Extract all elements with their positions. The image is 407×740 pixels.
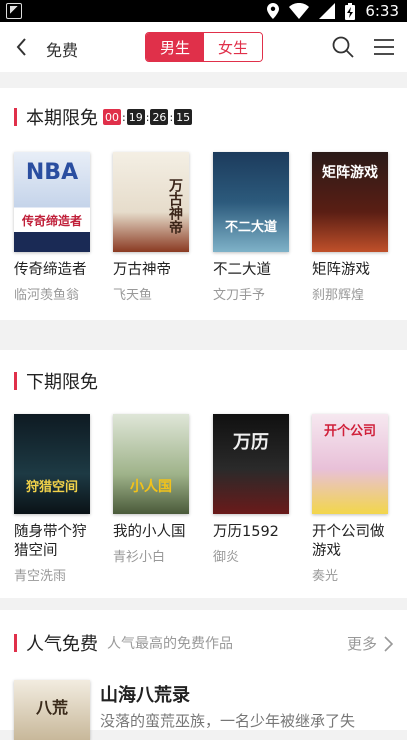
countdown-days: 00: [103, 109, 121, 125]
book-cover[interactable]: 狩猎空间: [14, 414, 90, 514]
book-title: 矩阵游戏: [312, 262, 370, 278]
book-description: 没落的蛮荒巫族，一名少年被继承了失: [100, 712, 356, 730]
book-cover[interactable]: 不二大道: [213, 152, 289, 252]
book-card[interactable]: 不二大道 不二大道 文刀手予: [213, 152, 295, 303]
cover-title: 不二大道: [224, 220, 277, 235]
more-label: 更多: [346, 635, 377, 653]
book-author: 御炎: [213, 550, 240, 565]
battery-charging-icon: [345, 2, 356, 20]
book-title: 山海八荒录: [100, 685, 190, 706]
tab-male[interactable]: 男生: [146, 33, 204, 61]
book-author: 文刀手予: [213, 288, 266, 303]
back-icon[interactable]: [10, 34, 36, 60]
section-title: 本期限免: [26, 108, 98, 129]
cover-title: 矩阵游戏: [322, 165, 378, 181]
book-card[interactable]: NBA 传奇缔造者 传奇缔造者 临河羡鱼翁: [14, 152, 96, 303]
book-card[interactable]: 开个公司 开个公司做游戏 奏光: [312, 414, 394, 584]
section-marker: [14, 372, 17, 390]
book-cover[interactable]: 八荒: [14, 680, 90, 740]
book-title: 万历1592: [213, 524, 279, 540]
book-card[interactable]: 万历 万历1592 御炎: [213, 414, 295, 565]
more-link[interactable]: 更多: [347, 633, 393, 654]
section-header: 本期限免 00 : 19 : 26 : 15: [14, 106, 193, 129]
book-author: 青空洗雨: [14, 569, 67, 584]
cover-title: 万古神帝: [167, 178, 183, 234]
book-card[interactable]: 小人国 我的小人国 青衫小白: [113, 414, 195, 565]
top-bar: 免费 男生 女生: [0, 22, 407, 72]
clock: 6:33: [365, 2, 399, 20]
section-popular-free: 人气免费 人气最高的免费作品 更多 八荒 山海八荒录 没落的蛮荒巫族，一名少年被…: [0, 610, 407, 740]
book-cover[interactable]: 小人国: [113, 414, 189, 514]
wifi-icon: [289, 3, 310, 19]
status-icons: 6:33: [267, 2, 399, 20]
cover-title: 传奇缔造者: [21, 214, 82, 228]
book-author: 飞天鱼: [113, 288, 153, 303]
section-marker: [14, 634, 17, 652]
book-author: 奏光: [312, 569, 339, 584]
countdown-minutes: 26: [150, 109, 169, 125]
countdown-hours: 19: [126, 109, 145, 125]
countdown-seconds: 15: [174, 109, 193, 125]
cover-title: 万历: [233, 432, 269, 453]
section-next-free: 下期限免 狩猎空间 随身带个狩猎空间 青空洗雨 小人国 我的小人国 青衫小白 万…: [0, 350, 407, 598]
book-card[interactable]: 矩阵游戏 矩阵游戏 刹那辉煌: [312, 152, 394, 303]
cover-logo: NBA: [25, 160, 79, 185]
book-title: 万古神帝: [113, 262, 171, 278]
search-icon[interactable]: [331, 35, 355, 59]
book-title: 传奇缔造者: [14, 262, 87, 278]
book-cover[interactable]: 开个公司: [312, 414, 388, 514]
featured-book[interactable]: 八荒 山海八荒录 没落的蛮荒巫族，一名少年被继承了失: [14, 680, 394, 740]
location-icon: [267, 3, 280, 19]
book-title: 开个公司做游戏: [312, 524, 385, 559]
gallery-icon: [6, 3, 22, 19]
cover-title: 小人国: [130, 479, 172, 495]
book-cover[interactable]: 万古神帝: [113, 152, 189, 252]
page-title: 免费: [46, 41, 79, 60]
section-subtitle: 人气最高的免费作品: [107, 636, 233, 652]
book-title: 随身带个狩猎空间: [14, 524, 87, 559]
countdown-sep: :: [169, 110, 174, 124]
section-header: 人气免费 人气最高的免费作品: [14, 632, 233, 655]
menu-icon[interactable]: [372, 37, 396, 57]
section-title: 下期限免: [26, 372, 98, 393]
book-author: 青衫小白: [113, 550, 166, 565]
cover-title: 开个公司: [323, 424, 376, 439]
countdown-sep: :: [145, 110, 150, 124]
section-current-free: 本期限免 00 : 19 : 26 : 15 NBA 传奇缔造者 传奇缔造者 临…: [0, 88, 407, 320]
status-bar: 6:33: [0, 0, 407, 22]
section-marker: [14, 108, 17, 126]
cover-title: 狩猎空间: [25, 480, 78, 495]
book-card[interactable]: 万古神帝 万古神帝 飞天鱼: [113, 152, 195, 303]
signal-icon: [319, 3, 336, 19]
book-cover[interactable]: 矩阵游戏: [312, 152, 388, 252]
gender-toggle: 男生 女生: [145, 32, 263, 62]
tab-female[interactable]: 女生: [204, 33, 262, 61]
section-title: 人气免费: [26, 634, 98, 655]
book-title: 不二大道: [213, 262, 271, 278]
cover-title: 八荒: [35, 698, 68, 717]
book-title: 我的小人国: [113, 524, 186, 540]
countdown-timer: 00 : 19 : 26 : 15: [103, 109, 193, 125]
book-card[interactable]: 狩猎空间 随身带个狩猎空间 青空洗雨: [14, 414, 96, 584]
book-cover[interactable]: 万历: [213, 414, 289, 514]
chevron-right-icon: [384, 635, 393, 652]
book-author: 临河羡鱼翁: [14, 288, 80, 303]
section-header: 下期限免: [14, 370, 98, 393]
book-cover[interactable]: NBA 传奇缔造者: [14, 152, 90, 252]
countdown-sep: :: [122, 110, 126, 124]
book-author: 刹那辉煌: [312, 288, 365, 303]
